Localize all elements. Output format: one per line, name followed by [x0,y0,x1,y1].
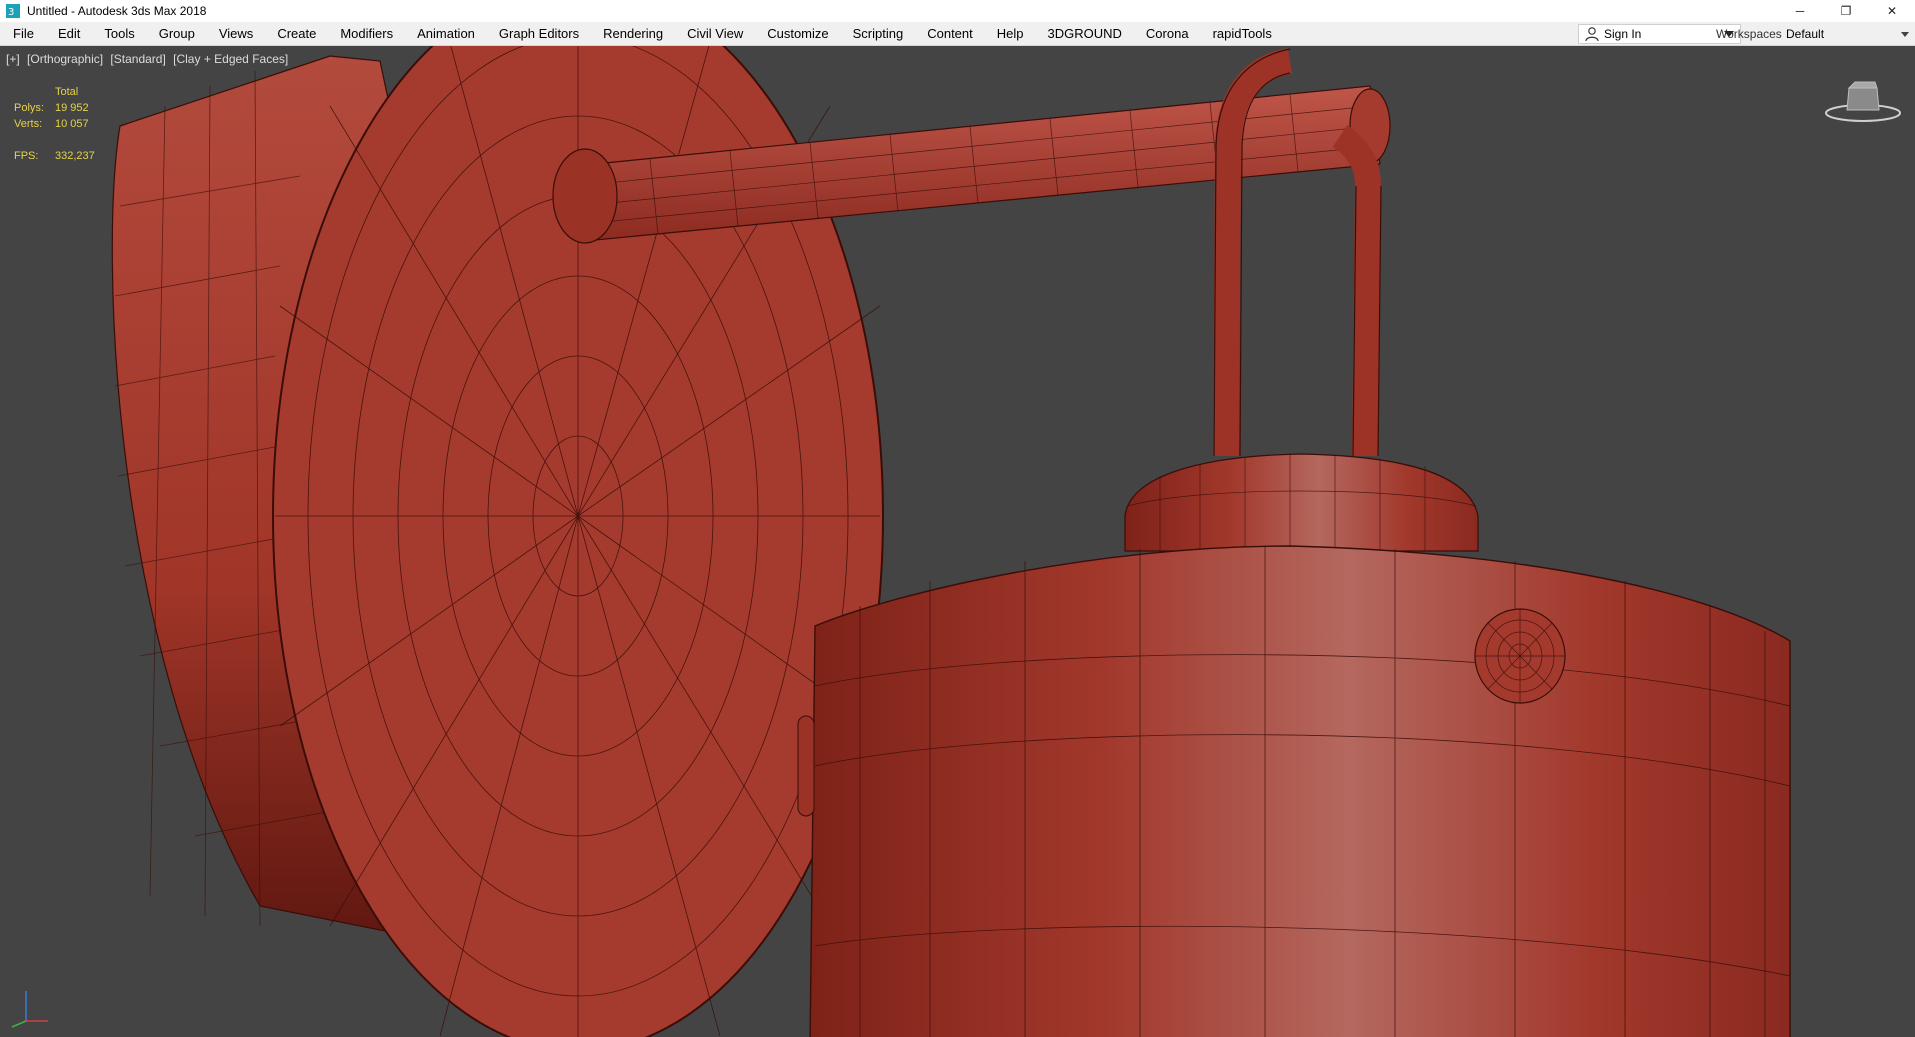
menu-group[interactable]: Group [147,22,207,46]
menu-rapidtools[interactable]: rapidTools [1201,22,1284,46]
viewport-menu-plus[interactable]: [+] [6,52,20,66]
stats-fps-value: 332,237 [55,150,95,162]
menu-civil-view[interactable]: Civil View [675,22,755,46]
lamp-screw [1474,608,1566,704]
menu-modifiers[interactable]: Modifiers [328,22,405,46]
menu-views[interactable]: Views [207,22,265,46]
stats-polys-label: Polys: [14,102,44,114]
stats-total-label: Total [55,86,79,98]
menu-content[interactable]: Content [915,22,985,46]
axis-tripod-icon [11,991,48,1028]
menu-create[interactable]: Create [265,22,328,46]
menu-help[interactable]: Help [985,22,1036,46]
menu-graph-editors[interactable]: Graph Editors [487,22,591,46]
viewcube-icon[interactable] [1823,76,1903,126]
menu-file[interactable]: File [0,22,46,46]
user-icon [1585,27,1599,42]
menu-edit[interactable]: Edit [46,22,92,46]
svg-text:3: 3 [8,7,14,18]
minimize-button[interactable]: ─ [1777,0,1823,22]
menu-customize[interactable]: Customize [755,22,840,46]
title-bar: 3 Untitled - Autodesk 3ds Max 2018 ─ ❐ ✕ [0,0,1915,22]
menu-corona[interactable]: Corona [1134,22,1201,46]
lamp-side-knob [797,715,815,817]
menu-rendering[interactable]: Rendering [591,22,675,46]
lamp-shade [809,545,1791,1037]
menu-tools[interactable]: Tools [92,22,146,46]
viewport-view-type[interactable]: [Orthographic] [27,52,103,66]
stats-verts-value: 10 057 [55,118,89,130]
perspective-viewport[interactable]: [+] [Orthographic] [Standard] [Clay + Ed… [0,46,1915,1037]
lamp-cap [1124,453,1479,552]
stats-fps-label: FPS: [14,150,39,162]
chevron-down-icon [1901,32,1909,37]
workspace-select[interactable]: Default [1782,25,1912,43]
viewport-display-mode[interactable]: [Clay + Edged Faces] [173,52,288,66]
3ds-max-app-icon: 3 [6,4,20,18]
viewport-label[interactable]: [+] [Orthographic] [Standard] [Clay + Ed… [6,52,292,66]
workspace-value: Default [1786,27,1825,41]
restore-button[interactable]: ❐ [1823,0,1869,22]
viewport-shading-mode[interactable]: [Standard] [110,52,165,66]
close-button[interactable]: ✕ [1869,0,1915,22]
window-title: Untitled - Autodesk 3ds Max 2018 [27,4,207,18]
stats-polys-value: 19 952 [55,102,89,114]
menu-3dground[interactable]: 3DGROUND [1036,22,1134,46]
workspaces-label: Workspaces: [1716,27,1786,41]
stats-verts-label: Verts: [14,118,43,130]
scene-render [111,46,1791,1037]
menu-scripting[interactable]: Scripting [841,22,916,46]
menu-bar: File Edit Tools Group Views Create Modif… [0,22,1915,46]
window-controls: ─ ❐ ✕ [1777,0,1915,22]
viewport-statistics: Total Polys: 19 952 Verts: 10 057 FPS: 3… [14,84,95,164]
menu-animation[interactable]: Animation [405,22,487,46]
sign-in-label: Sign In [1604,27,1642,41]
